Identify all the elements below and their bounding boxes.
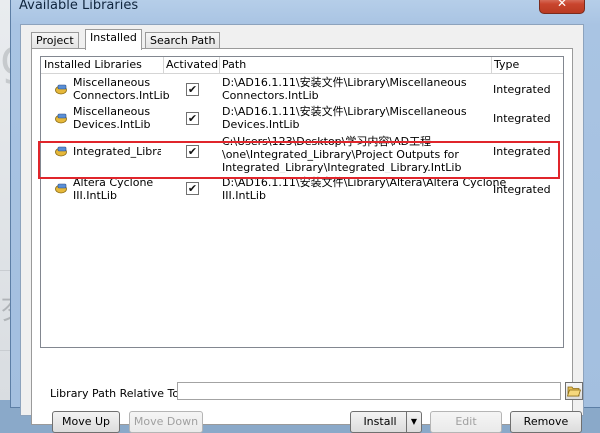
folder-open-icon bbox=[566, 386, 582, 397]
library-type: Integrated bbox=[493, 183, 551, 196]
library-type: Integrated bbox=[493, 112, 551, 125]
install-button[interactable]: Install ▼ bbox=[350, 411, 422, 433]
column-header-activated[interactable]: Activated bbox=[163, 57, 220, 73]
install-dropdown-arrow[interactable]: ▼ bbox=[406, 412, 421, 432]
tab-search-path[interactable]: Search Path bbox=[145, 32, 221, 49]
library-name: Miscellaneous Connectors.IntLib bbox=[73, 76, 170, 102]
installed-tab-panel: Installed Libraries Activated Path Type … bbox=[31, 48, 583, 433]
close-button[interactable]: ✕ bbox=[539, 0, 585, 14]
activated-checkbox[interactable]: ✔ bbox=[186, 182, 199, 195]
library-path-relative-input[interactable] bbox=[177, 382, 561, 400]
library-path-relative-label: Library Path Relative To: bbox=[50, 387, 183, 400]
activated-checkbox[interactable]: ✔ bbox=[186, 112, 199, 125]
install-button-label: Install bbox=[363, 415, 397, 428]
library-icon bbox=[55, 113, 67, 124]
tab-project[interactable]: Project bbox=[31, 32, 79, 49]
library-path: C:\Users\123\Desktop\学习内容\AD工程 \one\Inte… bbox=[222, 135, 462, 173]
library-path: D:\AD16.1.11\安装文件\Library\Miscellaneous … bbox=[222, 105, 467, 131]
dialog-title: Available Libraries bbox=[19, 0, 139, 13]
tab-installed[interactable]: Installed bbox=[85, 29, 142, 50]
table-row[interactable]: Integrated_Library ✔ C:\Users\123\Deskto… bbox=[41, 133, 563, 173]
column-header-path[interactable]: Path bbox=[219, 57, 492, 73]
column-header-type[interactable]: Type bbox=[491, 57, 563, 73]
column-header-installed-libraries[interactable]: Installed Libraries bbox=[41, 57, 164, 73]
move-down-button[interactable]: Move Down bbox=[129, 411, 203, 433]
library-icon bbox=[55, 183, 67, 194]
library-path: D:\AD16.1.11\安装文件\Library\Miscellaneous … bbox=[222, 76, 467, 102]
library-name: Integrated_Library bbox=[73, 145, 161, 158]
library-type: Integrated bbox=[493, 145, 551, 158]
move-up-button[interactable]: Move Up bbox=[52, 411, 120, 433]
table-row[interactable]: Miscellaneous Devices.IntLib ✔ D:\AD16.1… bbox=[41, 104, 563, 132]
library-name: Miscellaneous Devices.IntLib bbox=[73, 105, 151, 131]
list-header: Installed Libraries Activated Path Type bbox=[41, 57, 563, 74]
library-icon bbox=[55, 146, 67, 157]
dialog-client-area: Project Installed Search Path Installed … bbox=[20, 24, 584, 433]
edit-button[interactable]: Edit bbox=[430, 411, 502, 433]
activated-checkbox[interactable]: ✔ bbox=[186, 145, 199, 158]
library-path: D:\AD16.1.11\安装文件\Library\Altera\Altera … bbox=[222, 176, 507, 202]
library-icon bbox=[55, 84, 67, 95]
installed-libraries-list[interactable]: Installed Libraries Activated Path Type … bbox=[40, 56, 564, 348]
available-libraries-dialog: Available Libraries ✕ Project Installed … bbox=[10, 0, 600, 433]
remove-button[interactable]: Remove bbox=[510, 411, 582, 433]
browse-folder-button[interactable] bbox=[565, 382, 583, 400]
table-row-selected[interactable]: Altera Cyclone III.IntLib ✔ D:\AD16.1.11… bbox=[41, 174, 563, 204]
library-type: Integrated bbox=[493, 83, 551, 96]
library-name: Altera Cyclone III.IntLib bbox=[73, 176, 154, 202]
table-row[interactable]: Miscellaneous Connectors.IntLib ✔ D:\AD1… bbox=[41, 75, 563, 103]
activated-checkbox[interactable]: ✔ bbox=[186, 83, 199, 96]
